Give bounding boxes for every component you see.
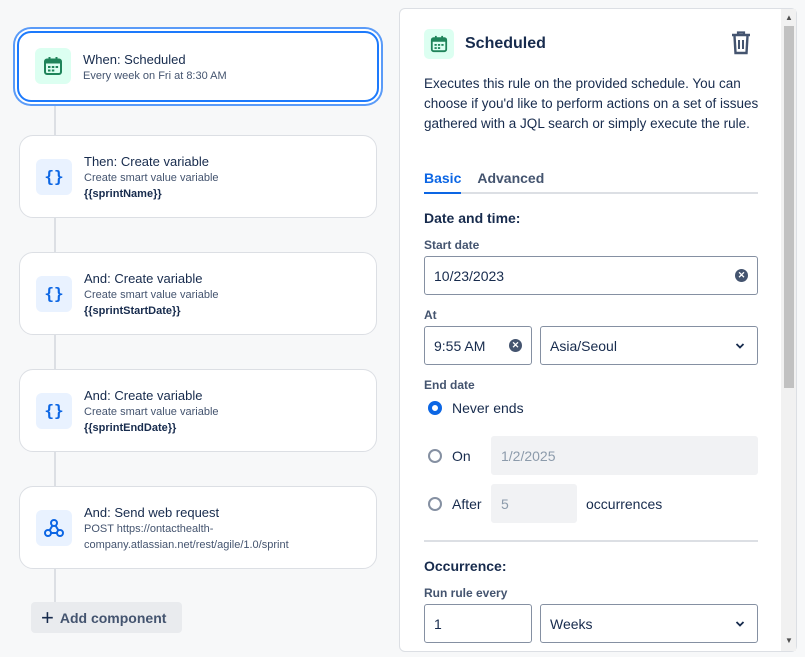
delete-trash-icon[interactable] — [729, 30, 753, 56]
timezone-select[interactable]: Asia/Seoul — [540, 326, 758, 365]
occurrences-label: occurrences — [586, 496, 663, 512]
svg-text:{}: {} — [44, 401, 63, 420]
card-title: And: Create variable — [84, 271, 203, 286]
action-card-send-web-request[interactable]: And: Send web request POST https://ontac… — [19, 486, 377, 569]
time-value: 9:55 AM — [434, 337, 486, 354]
action-card-create-variable-sprint-name[interactable]: {} Then: Create variable Create smart va… — [19, 135, 377, 218]
flow-connector — [54, 452, 56, 486]
radio-button[interactable] — [428, 497, 442, 511]
card-subtitle: Create smart value variable — [84, 172, 219, 184]
run-every-unit-select[interactable]: Weeks — [540, 604, 758, 643]
date-time-heading: Date and time: — [424, 210, 521, 226]
at-label: At — [424, 308, 437, 322]
calendar-icon — [424, 29, 454, 59]
flow-connector — [54, 102, 56, 136]
radio-after[interactable]: After — [428, 496, 482, 512]
chevron-down-icon — [735, 343, 745, 349]
card-subtitle: Create smart value variable — [84, 289, 219, 301]
svg-text:{}: {} — [44, 167, 63, 186]
radio-on[interactable]: On — [428, 448, 471, 464]
end-date-value: 1/2/2025 — [501, 447, 556, 464]
scrollbar-thumb[interactable] — [784, 26, 794, 388]
clear-icon[interactable]: ✕ — [735, 269, 748, 282]
flow-connector — [54, 569, 56, 603]
action-card-create-variable-sprint-start[interactable]: {} And: Create variable Create smart val… — [19, 252, 377, 335]
on-label: On — [452, 448, 471, 464]
card-variable-name: {{sprintName}} — [84, 188, 162, 200]
add-component-button[interactable]: + Add component — [31, 602, 182, 633]
clear-icon[interactable]: ✕ — [509, 339, 522, 352]
run-every-unit-value: Weeks — [550, 615, 593, 632]
never-ends-label: Never ends — [452, 400, 524, 416]
plus-icon: + — [41, 604, 54, 630]
start-date-label: Start date — [424, 238, 480, 252]
start-date-field[interactable]: 10/23/2023 ✕ — [424, 256, 758, 295]
panel-title: Scheduled — [465, 35, 546, 52]
scroll-up-arrow-icon[interactable]: ▲ — [785, 14, 793, 22]
panel-header: Scheduled — [424, 29, 546, 59]
occurrences-count-value: 5 — [501, 495, 509, 512]
add-component-label: Add component — [59, 609, 167, 626]
card-variable-name: {{sprintEndDate}} — [84, 422, 177, 434]
after-label: After — [452, 496, 482, 512]
flow-connector — [54, 218, 56, 252]
start-date-value: 10/23/2023 — [434, 267, 505, 284]
card-subtitle: Every week on Fri at 8:30 AM — [83, 70, 227, 82]
card-title: When: Scheduled — [83, 52, 186, 67]
radio-button[interactable] — [428, 449, 442, 463]
tab-basic[interactable]: Basic — [424, 170, 462, 194]
card-subtitle: Create smart value variable — [84, 406, 219, 418]
card-title: Then: Create variable — [84, 154, 210, 169]
radio-never-ends[interactable]: Never ends — [428, 400, 524, 416]
card-variable-name: {{sprintStartDate}} — [84, 305, 181, 317]
occurrence-heading: Occurrence: — [424, 558, 507, 574]
webhook-icon — [36, 510, 72, 546]
card-title: And: Create variable — [84, 388, 203, 403]
flow-connector — [54, 335, 56, 369]
action-card-create-variable-sprint-end[interactable]: {} And: Create variable Create smart val… — [19, 369, 377, 452]
section-divider — [424, 540, 758, 542]
card-subtitle: POST https://ontacthealth-company.atlass… — [84, 523, 289, 551]
occurrences-count-field: 5 — [491, 484, 577, 523]
curly-braces-icon: {} — [36, 393, 72, 429]
calendar-icon — [35, 48, 71, 84]
curly-braces-icon: {} — [36, 159, 72, 195]
scroll-down-arrow-icon[interactable]: ▼ — [785, 637, 793, 645]
trigger-card-scheduled[interactable]: When: Scheduled Every week on Fri at 8:3… — [17, 31, 379, 102]
run-every-label: Run rule every — [424, 586, 508, 600]
rule-flow: When: Scheduled Every week on Fri at 8:3… — [0, 0, 395, 657]
run-every-input[interactable]: 1 — [424, 604, 532, 643]
card-title: And: Send web request — [84, 505, 220, 520]
config-panel: Scheduled Executes this rule on the prov… — [399, 8, 797, 652]
panel-description: Executes this rule on the provided sched… — [424, 76, 759, 131]
curly-braces-icon: {} — [36, 276, 72, 312]
radio-button-checked[interactable] — [428, 401, 442, 415]
timezone-value: Asia/Seoul — [550, 337, 617, 354]
time-field[interactable]: 9:55 AM ✕ — [424, 326, 532, 365]
end-date-field: 1/2/2025 — [491, 436, 758, 475]
run-every-value: 1 — [434, 615, 442, 632]
panel-tabs: Basic Advanced — [424, 170, 758, 194]
tab-advanced[interactable]: Advanced — [477, 170, 544, 194]
chevron-down-icon — [735, 621, 745, 627]
svg-text:{}: {} — [44, 284, 63, 303]
end-date-label: End date — [424, 378, 475, 392]
